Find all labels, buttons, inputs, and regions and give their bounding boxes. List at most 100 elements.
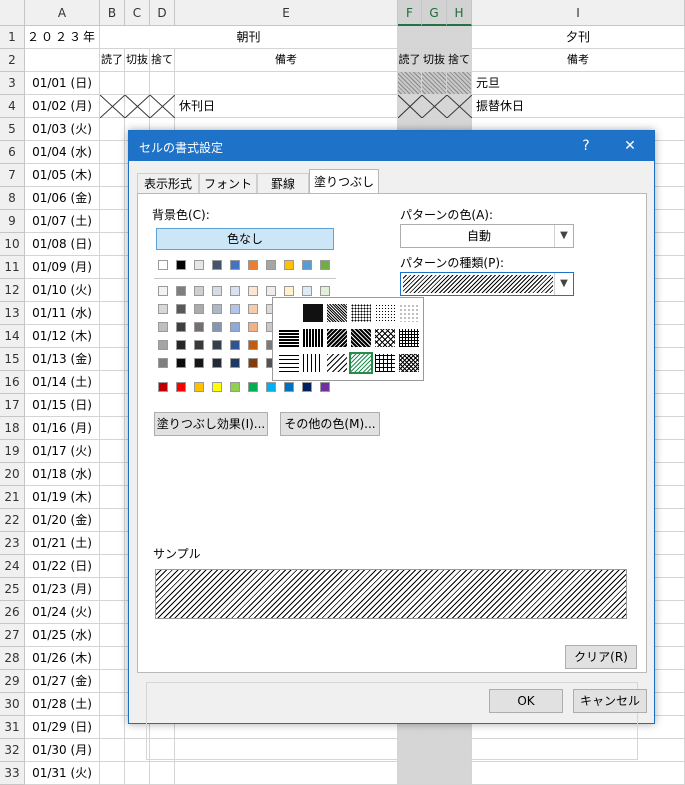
color-swatch[interactable] (212, 322, 222, 332)
color-swatch[interactable] (194, 260, 204, 270)
grid-cell[interactable] (100, 624, 125, 647)
date-cell[interactable]: 01/04 (水) (25, 141, 100, 164)
color-swatch[interactable] (194, 286, 204, 296)
tab-number-format[interactable]: 表示形式 (137, 173, 199, 193)
row-header[interactable]: 16 (0, 371, 25, 394)
color-swatch[interactable] (158, 358, 168, 368)
color-swatch[interactable] (248, 304, 258, 314)
color-swatch[interactable] (248, 260, 258, 270)
date-cell[interactable]: 01/03 (火) (25, 118, 100, 141)
pattern-option[interactable] (279, 304, 299, 322)
grid-cell[interactable] (100, 463, 125, 486)
row-header[interactable]: 17 (0, 394, 25, 417)
date-cell[interactable]: 01/26 (木) (25, 647, 100, 670)
row-header[interactable]: 7 (0, 164, 25, 187)
grid-cell[interactable] (100, 578, 125, 601)
row-header[interactable]: 14 (0, 325, 25, 348)
row-header[interactable]: 26 (0, 601, 25, 624)
color-swatch[interactable] (176, 304, 186, 314)
color-swatch[interactable] (248, 340, 258, 350)
color-swatch[interactable] (212, 286, 222, 296)
row-header[interactable]: 25 (0, 578, 25, 601)
date-cell[interactable]: 01/19 (木) (25, 486, 100, 509)
row-header[interactable]: 27 (0, 624, 25, 647)
pattern-option[interactable] (279, 329, 299, 347)
column-header-h[interactable]: H (447, 0, 472, 26)
color-swatch[interactable] (158, 322, 168, 332)
grid-cell[interactable] (100, 233, 125, 256)
color-swatch[interactable] (176, 286, 186, 296)
row-header[interactable]: 8 (0, 187, 25, 210)
color-swatch[interactable] (266, 260, 276, 270)
color-swatch[interactable] (230, 322, 240, 332)
color-swatch[interactable] (158, 260, 168, 270)
grid-cell[interactable] (100, 555, 125, 578)
row-header[interactable]: 23 (0, 532, 25, 555)
grid-cell[interactable] (398, 762, 422, 785)
row-header[interactable]: 32 (0, 739, 25, 762)
sub-header[interactable]: 捨て (447, 49, 472, 72)
grid-cell[interactable] (100, 187, 125, 210)
pattern-option[interactable] (351, 329, 371, 347)
date-cell[interactable]: 01/12 (木) (25, 325, 100, 348)
fill-effects-button[interactable]: 塗りつぶし効果(I)... (154, 412, 268, 436)
empty-cell[interactable] (25, 49, 100, 72)
color-swatch[interactable] (158, 382, 168, 392)
date-cell[interactable]: 01/23 (月) (25, 578, 100, 601)
row-header[interactable]: 4 (0, 95, 25, 118)
color-swatch[interactable] (158, 286, 168, 296)
date-cell[interactable]: 01/06 (金) (25, 187, 100, 210)
row-header[interactable]: 15 (0, 348, 25, 371)
color-swatch[interactable] (212, 382, 222, 392)
tab-border[interactable]: 罫線 (257, 173, 309, 193)
color-swatch[interactable] (176, 340, 186, 350)
pattern-option[interactable] (279, 354, 299, 372)
grid-cell[interactable] (125, 72, 150, 95)
row-header[interactable]: 2 (0, 49, 25, 72)
grid-cell[interactable] (175, 72, 398, 95)
column-header-d[interactable]: D (150, 0, 175, 26)
pattern-option[interactable] (351, 304, 371, 322)
column-header-g[interactable]: G (422, 0, 447, 26)
grid-cell[interactable] (100, 210, 125, 233)
row-header[interactable]: 20 (0, 463, 25, 486)
row-header[interactable]: 11 (0, 256, 25, 279)
color-swatch[interactable] (284, 260, 294, 270)
color-swatch[interactable] (230, 358, 240, 368)
date-cell[interactable]: 01/22 (日) (25, 555, 100, 578)
date-cell[interactable]: 01/18 (水) (25, 463, 100, 486)
color-swatch[interactable] (302, 260, 312, 270)
color-swatch[interactable] (230, 340, 240, 350)
date-cell[interactable]: 01/10 (火) (25, 279, 100, 302)
row-header[interactable]: 3 (0, 72, 25, 95)
pattern-option[interactable] (375, 304, 395, 322)
clear-button[interactable]: クリア(R) (565, 645, 637, 669)
date-cell[interactable]: 01/16 (月) (25, 417, 100, 440)
row-header[interactable]: 21 (0, 486, 25, 509)
grid-cell[interactable] (100, 762, 125, 785)
grid-cell[interactable] (100, 371, 125, 394)
cancel-button[interactable]: キャンセル (573, 689, 647, 713)
pattern-option[interactable] (375, 329, 395, 347)
color-swatch[interactable] (212, 340, 222, 350)
grid-cell[interactable] (100, 141, 125, 164)
sub-header[interactable]: 読了 (100, 49, 125, 72)
more-colors-button[interactable]: その他の色(M)... (280, 412, 380, 436)
color-swatch[interactable] (176, 322, 186, 332)
color-swatch[interactable] (176, 382, 186, 392)
pattern-option[interactable] (303, 354, 323, 372)
date-cell[interactable]: 01/13 (金) (25, 348, 100, 371)
grid-cell[interactable] (398, 72, 422, 95)
grid-cell[interactable] (472, 762, 685, 785)
row-header[interactable]: 5 (0, 118, 25, 141)
color-swatch[interactable] (302, 286, 312, 296)
tab-font[interactable]: フォント (199, 173, 257, 193)
color-swatch[interactable] (230, 382, 240, 392)
date-cell[interactable]: 01/09 (月) (25, 256, 100, 279)
row-header[interactable]: 29 (0, 670, 25, 693)
pattern-option[interactable] (303, 329, 323, 347)
row-header[interactable]: 31 (0, 716, 25, 739)
selected-cell[interactable] (398, 26, 472, 49)
date-cell[interactable]: 01/24 (火) (25, 601, 100, 624)
date-cell[interactable]: 01/21 (土) (25, 532, 100, 555)
